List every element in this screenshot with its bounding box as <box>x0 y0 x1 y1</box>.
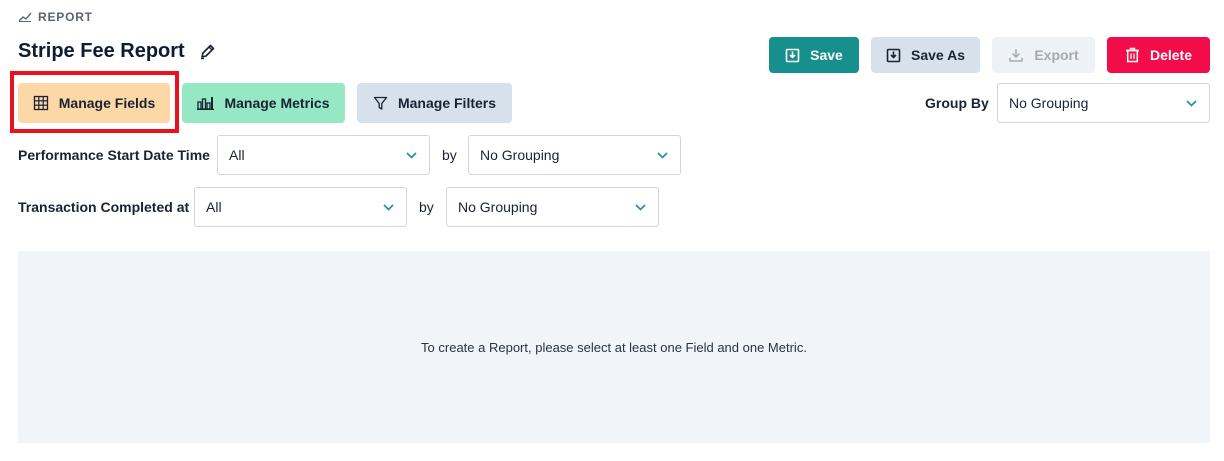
transaction-completed-range-select[interactable]: All <box>194 187 407 227</box>
group-by-label: Group By <box>925 95 989 111</box>
delete-button[interactable]: Delete <box>1107 37 1210 73</box>
manage-metrics-button[interactable]: Manage Metrics <box>182 83 345 123</box>
export-label: Export <box>1034 47 1079 63</box>
section-label: REPORT <box>38 10 93 24</box>
save-label: Save <box>810 47 843 63</box>
save-as-button[interactable]: Save As <box>871 37 980 73</box>
filter-label-transaction-completed: Transaction Completed at <box>18 199 190 215</box>
manage-metrics-label: Manage Metrics <box>224 95 330 111</box>
grouping-value: No Grouping <box>480 147 560 163</box>
page-title: Stripe Fee Report <box>18 40 185 62</box>
delete-label: Delete <box>1149 47 1193 63</box>
transaction-completed-grouping-select[interactable]: No Grouping <box>446 187 659 227</box>
save-button[interactable]: Save <box>769 37 859 73</box>
save-as-icon <box>886 48 901 63</box>
chevron-down-icon <box>406 151 417 159</box>
download-icon <box>1008 47 1024 63</box>
group-by-select[interactable]: No Grouping <box>997 83 1210 123</box>
pencil-icon[interactable] <box>199 43 216 60</box>
grid-icon <box>33 95 49 111</box>
export-button[interactable]: Export <box>992 37 1095 73</box>
range-value: All <box>206 199 222 215</box>
manage-filters-button[interactable]: Manage Filters <box>357 83 512 123</box>
by-label: by <box>442 147 457 163</box>
chevron-down-icon <box>635 203 646 211</box>
manage-fields-button[interactable]: Manage Fields <box>18 83 170 123</box>
report-empty-state: To create a Report, please select at lea… <box>18 251 1210 443</box>
range-value: All <box>229 147 245 163</box>
chevron-down-icon <box>1186 99 1197 107</box>
manage-fields-label: Manage Fields <box>58 95 156 111</box>
trend-line-icon <box>18 12 32 22</box>
manage-filters-label: Manage Filters <box>397 95 497 111</box>
chevron-down-icon <box>383 203 394 211</box>
bar-chart-icon <box>197 96 215 110</box>
empty-state-message: To create a Report, please select at lea… <box>421 339 807 355</box>
report-title-row: Stripe Fee Report <box>18 40 216 63</box>
breadcrumb: REPORT <box>18 10 93 24</box>
grouping-value: No Grouping <box>458 199 538 215</box>
save-as-label: Save As <box>911 47 965 63</box>
chevron-down-icon <box>657 151 668 159</box>
performance-start-grouping-select[interactable]: No Grouping <box>468 135 681 175</box>
by-label: by <box>419 199 434 215</box>
group-by-value: No Grouping <box>1009 95 1089 111</box>
trash-icon <box>1125 47 1140 63</box>
performance-start-range-select[interactable]: All <box>217 135 430 175</box>
filter-label-performance-start: Performance Start Date Time <box>18 147 210 163</box>
filter-icon <box>373 96 388 111</box>
save-icon <box>785 48 800 63</box>
